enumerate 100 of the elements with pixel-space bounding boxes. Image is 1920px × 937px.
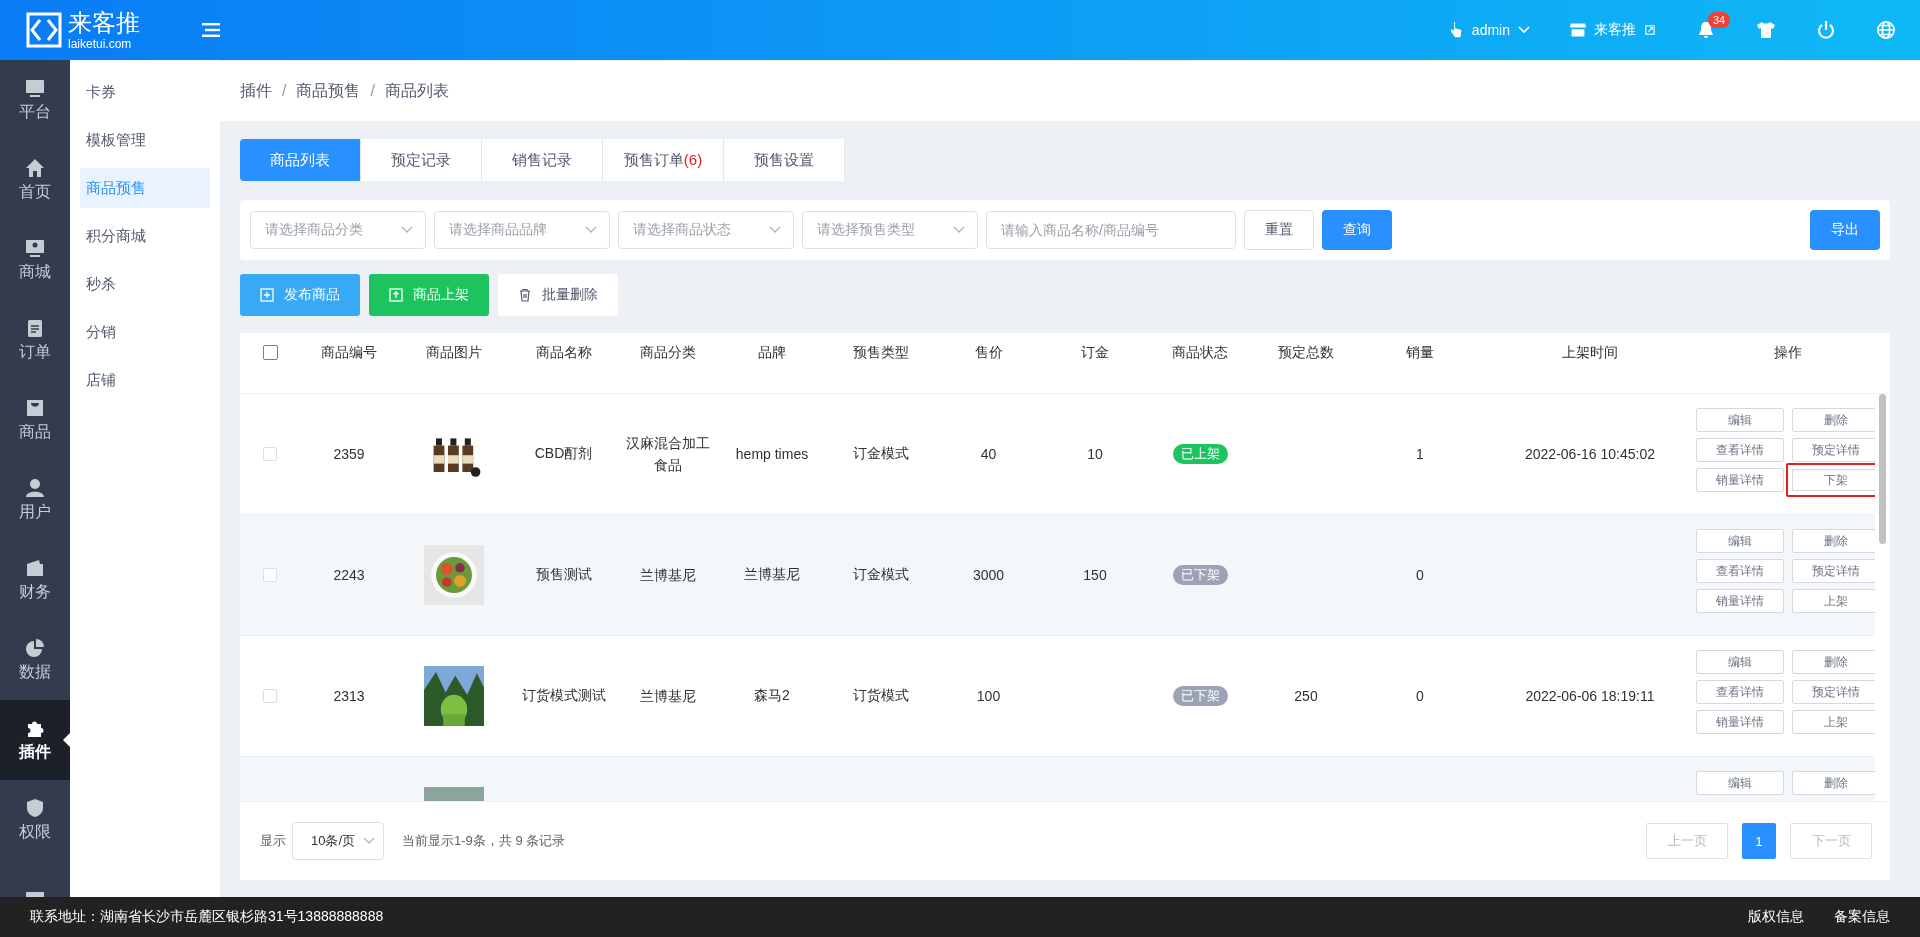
- row-action-button[interactable]: 编辑: [1695, 650, 1784, 674]
- page-size-select[interactable]: 10条/页: [292, 822, 384, 860]
- row-action-button[interactable]: 预定详情: [1791, 680, 1875, 704]
- rail-item[interactable]: 用户: [0, 460, 70, 540]
- row-action-button[interactable]: 销量详情: [1695, 710, 1784, 734]
- row-action-button[interactable]: 删除: [1791, 650, 1875, 674]
- row-action-button[interactable]: 编辑: [1695, 771, 1784, 795]
- row-action-button[interactable]: 删除: [1791, 771, 1875, 795]
- logo-domain: laiketui.com: [68, 37, 133, 50]
- select-field[interactable]: 请选择预售类型: [802, 211, 978, 249]
- page-number[interactable]: 1: [1742, 823, 1776, 859]
- table-cell: 订货模式: [852, 687, 909, 705]
- row-action-button[interactable]: 销量详情: [1695, 468, 1784, 492]
- submenu-item[interactable]: 分销: [80, 312, 210, 352]
- table-cell: 订金模式: [852, 566, 909, 584]
- chevron-down-icon: [769, 226, 781, 234]
- row-action-button[interactable]: 删除: [1791, 529, 1875, 553]
- rail-item[interactable]: 数据: [0, 620, 70, 700]
- table-cell: 100: [976, 688, 1001, 704]
- row-action-button[interactable]: 编辑: [1695, 529, 1784, 553]
- row-action-button[interactable]: 预定详情: [1791, 438, 1875, 462]
- submenu-item[interactable]: 秒杀: [80, 264, 210, 304]
- table-cell: 1: [1416, 446, 1424, 462]
- rail-item[interactable]: 平台: [0, 60, 70, 140]
- submenu-item[interactable]: 模板管理: [80, 120, 210, 160]
- rail-item[interactable]: 财务: [0, 540, 70, 620]
- table-cell: 2359: [333, 446, 365, 462]
- table-cell: 2022-06-16 10:45:02: [1525, 446, 1655, 462]
- logo-icon: [26, 12, 62, 48]
- row-action-button[interactable]: 上架: [1791, 589, 1875, 613]
- search-field[interactable]: 请输入商品名称/商品编号: [986, 211, 1236, 249]
- row-action-button[interactable]: 删除: [1791, 408, 1875, 432]
- row-checkbox[interactable]: [263, 447, 277, 461]
- submenu-item[interactable]: 卡券: [80, 72, 210, 112]
- submenu-item[interactable]: 商品预售: [80, 168, 210, 208]
- row-action-button[interactable]: 预定详情: [1791, 559, 1875, 583]
- status-badge: 已下架: [1172, 686, 1228, 706]
- table-cell: 2313: [333, 688, 365, 704]
- row-action-button[interactable]: 查看详情: [1695, 680, 1784, 704]
- shirt-icon[interactable]: [1756, 20, 1776, 40]
- row-action-button[interactable]: 查看详情: [1695, 559, 1784, 583]
- rail-item[interactable]: 商城: [0, 220, 70, 300]
- submenu-item[interactable]: 店铺: [80, 360, 210, 400]
- select-field[interactable]: 请选择商品品牌: [434, 211, 610, 249]
- tab[interactable]: 商品列表: [240, 139, 361, 181]
- menu-icon[interactable]: [202, 22, 220, 38]
- chevron-down-icon: [585, 226, 597, 234]
- table-cell: 150: [1083, 567, 1107, 583]
- select-field[interactable]: 请选择商品分类: [250, 211, 426, 249]
- table-cell: 40: [980, 446, 997, 462]
- table-cell-text: 兰博基尼: [638, 566, 697, 585]
- query-button[interactable]: 查询: [1322, 210, 1392, 250]
- rail-item[interactable]: 商品: [0, 380, 70, 460]
- column-header: 品牌: [758, 343, 786, 362]
- export-button[interactable]: 导出: [1810, 210, 1880, 250]
- chevron-down-icon: [953, 226, 965, 234]
- select-all-checkbox[interactable]: [262, 345, 278, 360]
- rail-item[interactable]: 插件: [0, 700, 70, 780]
- page-size-label: 显示: [260, 832, 286, 850]
- rail-item[interactable]: 订单: [0, 300, 70, 380]
- table-cell: 2243: [333, 567, 365, 583]
- power-icon[interactable]: [1816, 20, 1836, 40]
- column-header: 商品编号: [321, 343, 377, 362]
- breadcrumb-item: 商品列表: [384, 80, 449, 101]
- rail-item[interactable]: 首页: [0, 140, 70, 220]
- table-cell: 0: [1416, 688, 1424, 704]
- table-cell-text: 兰博基尼: [638, 687, 697, 706]
- row-action-button[interactable]: 查看详情: [1695, 438, 1784, 462]
- column-header: 操作: [1773, 343, 1802, 362]
- footer-link[interactable]: 备案信息: [1834, 908, 1890, 926]
- row-action-button[interactable]: 销量详情: [1695, 589, 1784, 613]
- delete-button[interactable]: 批量删除: [498, 274, 618, 316]
- bag-icon: [25, 397, 45, 418]
- records-summary: 当前显示1-9条，共 9 条记录: [402, 832, 566, 850]
- trash-icon: [518, 288, 532, 302]
- row-action-button[interactable]: 编辑: [1695, 408, 1784, 432]
- row-checkbox[interactable]: [263, 568, 277, 582]
- column-header: 商品分类: [639, 343, 696, 362]
- column-header: 预售类型: [852, 343, 909, 362]
- row-action-button[interactable]: 上架: [1791, 710, 1875, 734]
- mall-icon: [25, 237, 45, 258]
- breadcrumb-item[interactable]: 插件: [240, 80, 272, 102]
- table-cell: 0: [1416, 567, 1424, 583]
- footer-link[interactable]: 版权信息: [1748, 908, 1804, 926]
- table-cell-text: 汉麻混合加工食品: [624, 434, 711, 475]
- breadcrumb-item[interactable]: 商品预售: [296, 80, 361, 102]
- user-icon: [25, 477, 45, 498]
- caret-icon: [1518, 25, 1530, 35]
- select-field[interactable]: 请选择商品状态: [618, 211, 794, 249]
- row-checkbox[interactable]: [263, 689, 277, 703]
- home-icon: [25, 157, 45, 178]
- submenu-item[interactable]: 积分商城: [80, 216, 210, 256]
- table-cell: 3000: [972, 567, 1005, 583]
- external-link-icon: [1644, 25, 1656, 35]
- reset-button[interactable]: 重置: [1244, 210, 1314, 250]
- row-action-button[interactable]: 下架: [1785, 463, 1875, 497]
- column-header: 销量: [1406, 343, 1434, 362]
- globe-icon[interactable]: [1876, 20, 1896, 40]
- order-icon: [25, 317, 45, 338]
- rail-item[interactable]: 权限: [0, 780, 70, 860]
